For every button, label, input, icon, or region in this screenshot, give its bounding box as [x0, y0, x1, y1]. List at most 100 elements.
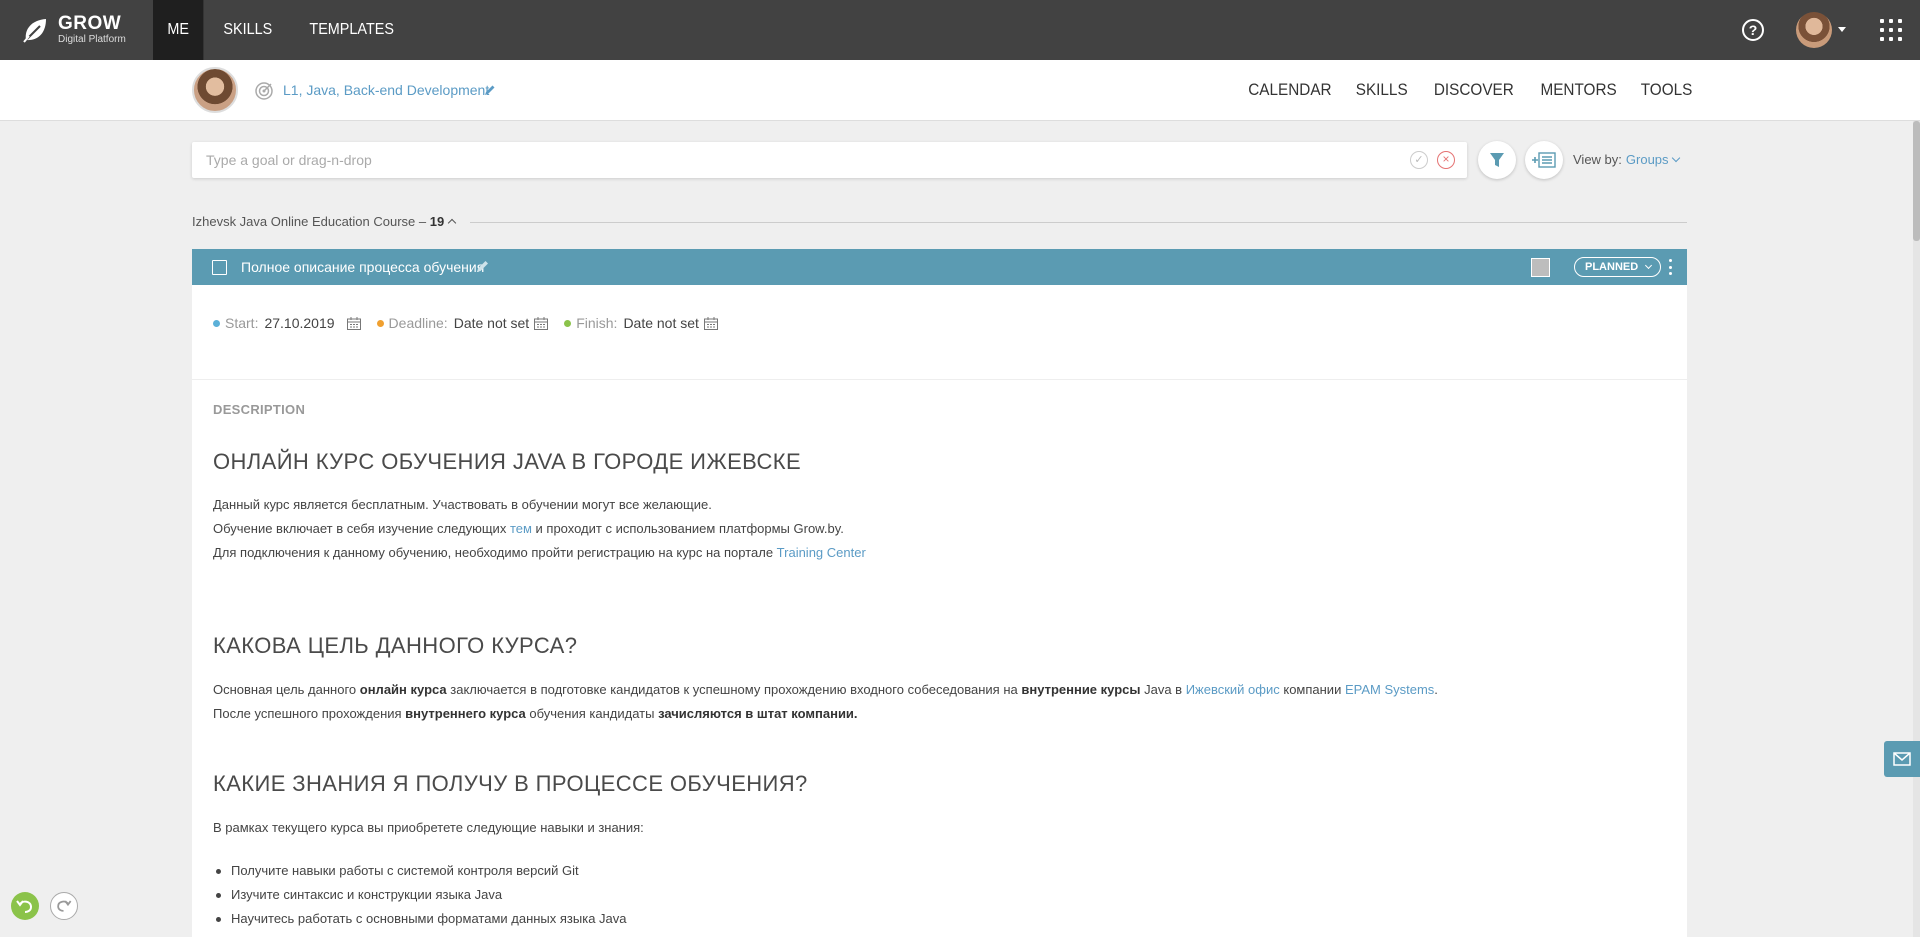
p2-line2: После успешного прохождения внутреннего … — [213, 702, 1438, 726]
color-square[interactable] — [1531, 258, 1550, 277]
subnav-skills[interactable]: SKILLS — [1355, 80, 1407, 100]
caret-down-icon[interactable] — [1838, 27, 1846, 32]
text: и проходит с использованием платформы Gr… — [531, 521, 844, 536]
heading-3: КАКИЕ ЗНАНИЯ Я ПОЛУЧУ В ПРОЦЕССЕ ОБУЧЕНИ… — [213, 771, 808, 796]
epam-link[interactable]: EPAM Systems — [1345, 682, 1434, 697]
text: обучения кандидаты — [525, 706, 659, 721]
pencil-icon[interactable] — [476, 259, 490, 273]
add-list-icon — [1532, 152, 1556, 168]
izhevsk-office-link[interactable]: Ижевский офис — [1186, 682, 1280, 697]
apps-grid-icon[interactable] — [1880, 19, 1902, 41]
text: внутреннего курса — [405, 706, 526, 721]
training-center-link[interactable]: Training Center — [777, 545, 866, 560]
finish-label: Finish: — [576, 315, 618, 331]
heading-2: КАКОВА ЦЕЛЬ ДАННОГО КУРСА? — [213, 633, 578, 658]
top-bar: GROW Digital Platform ME SKILLS TEMPLATE… — [0, 0, 1920, 60]
chevron-up-icon[interactable] — [448, 218, 457, 228]
calendar-icon[interactable] — [703, 316, 718, 330]
pencil-icon[interactable] — [484, 84, 496, 96]
text: онлайн курса — [359, 682, 447, 697]
start-dot — [213, 319, 220, 327]
paragraph-1: Данный курс является бесплатным. Участво… — [213, 493, 866, 565]
goal-card: Полное описание процесса обучения PLANNE… — [192, 249, 1687, 937]
subnav-calendar[interactable]: CALENDAR — [1248, 80, 1331, 100]
status-dropdown[interactable]: PLANNED — [1574, 257, 1662, 277]
p2-line1: Основная цель данного онлайн курса заклю… — [213, 678, 1438, 702]
goal-link[interactable]: L1, Java, Back-end Development — [283, 82, 489, 98]
goal-search-input[interactable] — [206, 142, 1356, 178]
top-nav: ME SKILLS TEMPLATES — [153, 0, 421, 60]
list-item: Научитесь работать с основными форматами… — [213, 907, 627, 931]
redo-button[interactable] — [50, 892, 78, 920]
user-avatar[interactable] — [1796, 12, 1832, 48]
status-label: PLANNED — [1585, 261, 1639, 273]
text: После успешного прохождения — [213, 706, 406, 721]
close-icon[interactable]: × — [1437, 151, 1455, 169]
goal-title[interactable]: Полное описание процесса обучения — [241, 259, 484, 275]
more-options-icon[interactable] — [1668, 259, 1672, 275]
text: Основная цель данного — [213, 682, 360, 697]
view-by-label: View by: — [1573, 152, 1622, 167]
group-title: Izhevsk Java Online Education Course — [192, 214, 416, 229]
goal-checkbox[interactable] — [212, 260, 227, 275]
paragraph-3: В рамках текущего курса вы приобретете с… — [213, 820, 644, 835]
deadline-value: Date not set — [453, 315, 530, 331]
text: заключается в подготовке кандидатов к ус… — [446, 682, 1022, 697]
chevron-down-icon — [1645, 261, 1653, 270]
subnav-tools[interactable]: TOOLS — [1640, 80, 1692, 100]
text: . — [1434, 682, 1438, 697]
group-count: 19 — [429, 214, 445, 229]
undo-button[interactable] — [11, 892, 39, 920]
deadline-dot — [376, 319, 384, 327]
calendar-icon[interactable] — [346, 316, 361, 330]
text: зачисляются в штат компании. — [658, 706, 858, 721]
text: Java в — [1140, 682, 1186, 697]
divider — [470, 222, 1687, 223]
logo-title: GROW — [58, 13, 122, 34]
undo-icon — [16, 900, 33, 913]
question-icon[interactable]: ? — [1742, 19, 1764, 41]
group-separator: – — [418, 214, 427, 229]
view-by-value[interactable]: Groups — [1626, 152, 1669, 167]
scrollbar-thumb[interactable] — [1913, 121, 1920, 241]
group-heading[interactable]: Izhevsk Java Online Education Course – 1… — [192, 214, 457, 229]
feedback-button[interactable] — [1884, 741, 1920, 777]
p1-line2: Обучение включает в себя изучение следую… — [213, 517, 866, 541]
deadline-date: Deadline: Date not set — [376, 315, 549, 331]
start-label: Start: — [225, 315, 259, 331]
scrollbar[interactable] — [1913, 121, 1920, 937]
paragraph-2: Основная цель данного онлайн курса заклю… — [213, 678, 1438, 726]
topics-link[interactable]: тем — [510, 521, 532, 536]
text: компании — [1279, 682, 1345, 697]
text: Для подключения к данному обучению, необ… — [213, 545, 777, 560]
description-label: DESCRIPTION — [213, 402, 306, 417]
heading-1: ОНЛАЙН КУРС ОБУЧЕНИЯ JAVA В ГОРОДЕ ИЖЕВС… — [213, 449, 802, 474]
list-item: Изучите синтаксис и конструкции языка Ja… — [213, 883, 627, 907]
target-icon — [255, 82, 273, 100]
subnav-mentors[interactable]: MENTORS — [1540, 80, 1616, 100]
mail-icon — [1893, 752, 1911, 766]
finish-date: Finish: Date not set — [564, 315, 718, 331]
logo[interactable]: GROW Digital Platform — [20, 11, 126, 49]
goal-search-box: ✓ × — [192, 142, 1467, 178]
chevron-down-icon[interactable] — [1671, 153, 1680, 163]
filter-button[interactable] — [1478, 141, 1516, 179]
start-date: Start: 27.10.2019 — [213, 315, 361, 331]
add-list-button[interactable] — [1525, 141, 1563, 179]
redo-icon — [57, 900, 72, 912]
p1-line3: Для подключения к данному обучению, необ… — [213, 541, 866, 565]
topnav-me[interactable]: ME — [153, 0, 204, 60]
topnav-templates[interactable]: TEMPLATES — [295, 0, 408, 60]
skills-list: Получите навыки работы с системой контро… — [213, 859, 627, 931]
sub-nav: CALENDAR SKILLS DISCOVER MENTORS TOOLS — [1221, 60, 1692, 120]
profile-avatar[interactable] — [192, 67, 238, 113]
goal-dates: Start: 27.10.2019 Deadline: Date not set… — [213, 315, 734, 331]
subnav-discover[interactable]: DISCOVER — [1434, 80, 1514, 100]
check-icon[interactable]: ✓ — [1410, 151, 1428, 169]
view-by-control[interactable]: View by: Groups — [1573, 152, 1680, 167]
goal-card-header[interactable]: Полное описание процесса обучения PLANNE… — [192, 249, 1687, 285]
calendar-icon[interactable] — [534, 316, 549, 330]
topnav-skills[interactable]: SKILLS — [209, 0, 287, 60]
finish-value: Date not set — [623, 315, 699, 331]
list-item: Получите навыки работы с системой контро… — [213, 859, 627, 883]
